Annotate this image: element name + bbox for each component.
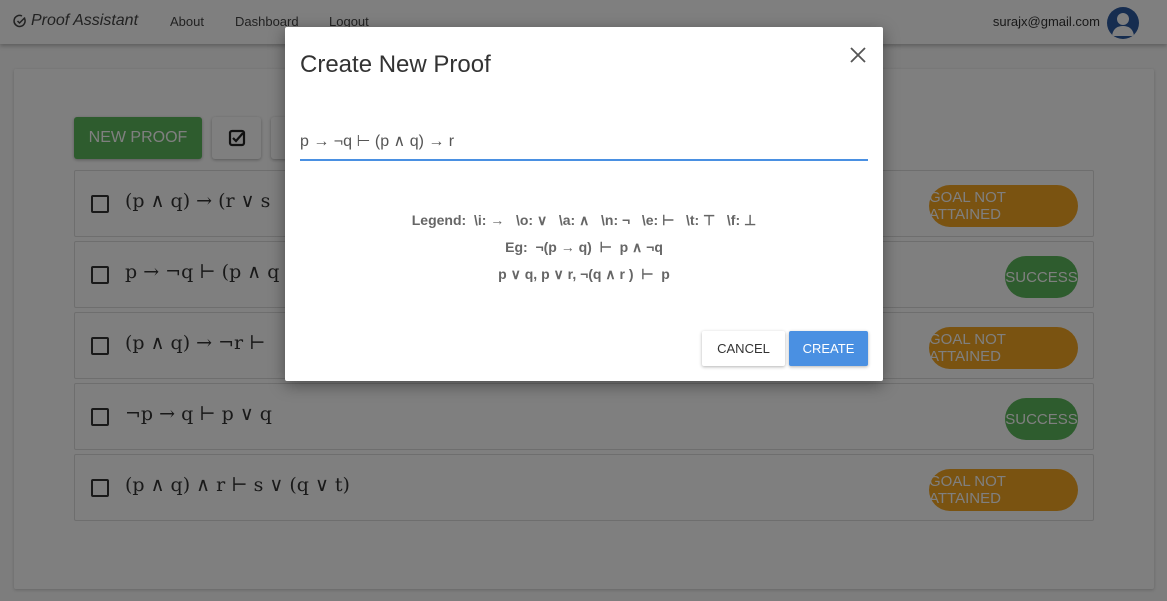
legend-example-2: p ∨ q, p ∨ r, ¬(q ∧ r ) ⊢ p: [498, 266, 670, 282]
legend: Legend: \i: → \o: ∨ \a: ∧ \n: ¬ \e: ⊢ \t…: [285, 207, 883, 288]
legend-example-1: Eg: ¬(p → q) ⊢ p ∧ ¬q: [505, 239, 663, 255]
close-icon[interactable]: [848, 45, 868, 65]
create-proof-dialog: Create New Proof Legend: \i: → \o: ∨ \a:…: [285, 27, 883, 381]
create-button[interactable]: CREATE: [789, 331, 868, 366]
dialog-title: Create New Proof: [300, 51, 491, 78]
legend-symbols: Legend: \i: → \o: ∨ \a: ∧ \n: ¬ \e: ⊢ \t…: [411, 212, 757, 228]
proof-input[interactable]: [300, 127, 868, 161]
cancel-button[interactable]: CANCEL: [702, 331, 785, 366]
